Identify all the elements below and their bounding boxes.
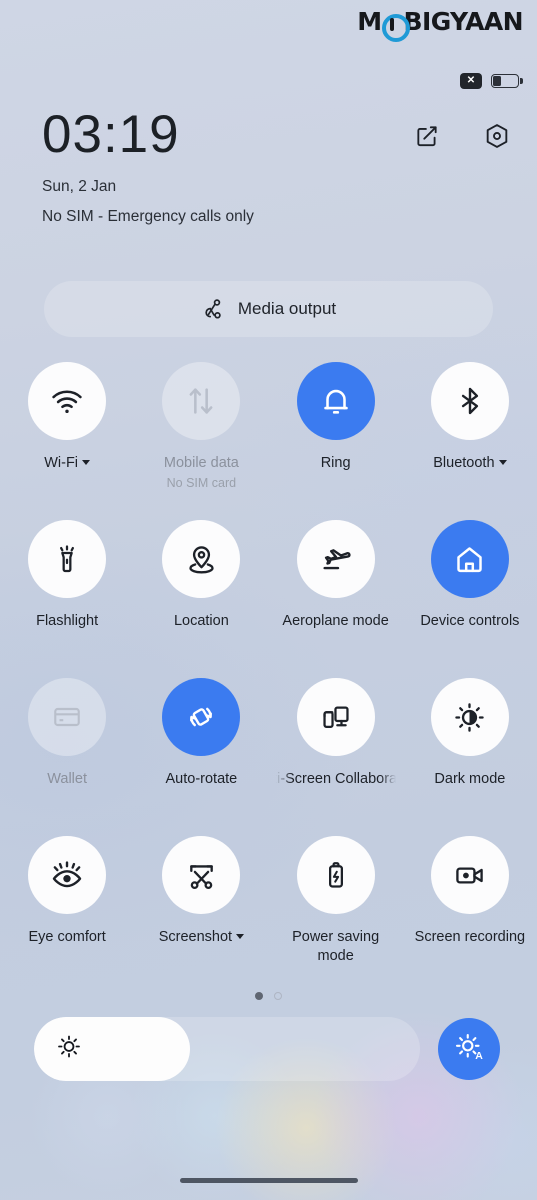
screenshot-scissors-icon xyxy=(162,836,241,914)
clock-block: 03:19 Sun, 2 Jan No SIM - Emergency call… xyxy=(42,108,254,226)
eye-comfort-icon xyxy=(28,836,107,914)
bell-icon xyxy=(296,362,375,440)
toggle-screen-recording[interactable]: Screen recording xyxy=(403,836,537,994)
home-house-icon xyxy=(430,520,509,598)
chevron-down-icon[interactable] xyxy=(82,460,91,465)
toggle-label: Multi-Screen Collaboration xyxy=(276,771,396,787)
toggle-aeroplane-mode[interactable]: Aeroplane mode xyxy=(269,520,403,678)
clock-time: 03:19 xyxy=(42,105,180,164)
multi-screen-icon xyxy=(296,678,375,756)
toggle-multi-screen-collaboration[interactable]: Multi-Screen Collaboration xyxy=(269,678,403,836)
brightness-sun-icon xyxy=(56,1034,82,1065)
location-pin-icon xyxy=(162,520,241,598)
toggle-wifi[interactable]: Wi-Fi xyxy=(0,362,134,520)
toggle-label: Screenshot xyxy=(159,928,245,947)
bluetooth-icon xyxy=(430,362,509,440)
toggle-label: Dark mode xyxy=(434,771,506,787)
brand-o-glyph-icon xyxy=(381,9,410,42)
page-dot-active[interactable] xyxy=(255,992,263,1000)
toggle-label: Mobile data xyxy=(163,455,239,471)
toggle-sublabel: No SIM card xyxy=(166,475,237,490)
toggle-label: Wi-Fi xyxy=(44,454,91,473)
clock-date: Sun, 2 Jan xyxy=(42,178,117,195)
mobile-data-icon xyxy=(162,362,241,440)
page-indicator xyxy=(0,992,537,1000)
toggle-label: Eye comfort xyxy=(28,929,106,945)
toggle-screenshot[interactable]: Screenshot xyxy=(134,836,268,994)
media-output-label: Media output xyxy=(237,299,337,318)
credit-card-icon xyxy=(28,678,107,756)
toggle-location[interactable]: Location xyxy=(134,520,268,678)
header-actions xyxy=(414,122,511,150)
battery-bolt-icon xyxy=(296,836,375,914)
toggle-label: Flashlight xyxy=(36,613,99,629)
flashlight-icon xyxy=(28,520,107,598)
toggle-label: Device controls xyxy=(420,613,520,629)
brightness-slider[interactable] xyxy=(34,1017,420,1081)
auto-brightness-button[interactable]: A xyxy=(438,1018,500,1080)
toggle-eye-comfort[interactable]: Eye comfort xyxy=(0,836,134,994)
toggle-label: Ring xyxy=(320,455,351,471)
toggle-flashlight[interactable]: Flashlight xyxy=(0,520,134,678)
carrier-status-text: No SIM - Emergency calls only xyxy=(42,208,254,225)
toggle-ring[interactable]: Ring xyxy=(269,362,403,520)
toggle-bluetooth[interactable]: Bluetooth xyxy=(403,362,537,520)
edit-icon[interactable] xyxy=(414,123,440,149)
toggle-label: Power saving mode xyxy=(292,929,380,964)
wifi-icon xyxy=(28,362,107,440)
chevron-down-icon[interactable] xyxy=(498,460,507,465)
toggle-label: Location xyxy=(173,613,229,629)
dark-mode-icon xyxy=(430,678,509,756)
chevron-down-icon[interactable] xyxy=(236,934,245,939)
brightness-auto-icon: A xyxy=(454,1032,484,1067)
brand-text-before: M xyxy=(357,7,382,36)
toggle-label: Wallet xyxy=(47,771,87,787)
video-record-icon xyxy=(430,836,509,914)
brightness-row: A xyxy=(34,1017,503,1081)
toggle-label: Auto-rotate xyxy=(165,771,238,787)
toggle-label: Aeroplane mode xyxy=(282,613,389,629)
settings-hexagon-icon[interactable] xyxy=(483,122,511,150)
toggle-wallet[interactable]: Wallet xyxy=(0,678,134,836)
status-bar: ✕ xyxy=(460,73,523,89)
brand-text-after: BIGYAAN xyxy=(403,7,524,36)
mobigyaan-watermark: M BIGYAAN xyxy=(357,7,524,42)
media-output-button[interactable]: Media output xyxy=(44,281,493,337)
auto-rotate-icon xyxy=(162,678,241,756)
media-cast-icon xyxy=(201,297,225,321)
svg-text:A: A xyxy=(475,1049,483,1061)
home-gesture-bar[interactable] xyxy=(179,1178,358,1183)
toggle-device-controls[interactable]: Device controls xyxy=(403,520,537,678)
toggle-label: Screen recording xyxy=(414,929,526,945)
toggle-dark-mode[interactable]: Dark mode xyxy=(403,678,537,836)
page-dot[interactable] xyxy=(274,992,282,1000)
toggle-mobile-data[interactable]: Mobile data No SIM card xyxy=(134,362,268,520)
toggle-power-saving-mode[interactable]: Power saving mode xyxy=(269,836,403,994)
airplane-icon xyxy=(296,520,375,598)
quick-settings-grid: Wi-Fi Mobile data No SIM card Ring Bluet… xyxy=(0,362,537,994)
battery-icon xyxy=(491,74,523,88)
toggle-label: Bluetooth xyxy=(433,454,507,473)
no-sim-icon: ✕ xyxy=(460,73,482,89)
toggle-auto-rotate[interactable]: Auto-rotate xyxy=(134,678,268,836)
